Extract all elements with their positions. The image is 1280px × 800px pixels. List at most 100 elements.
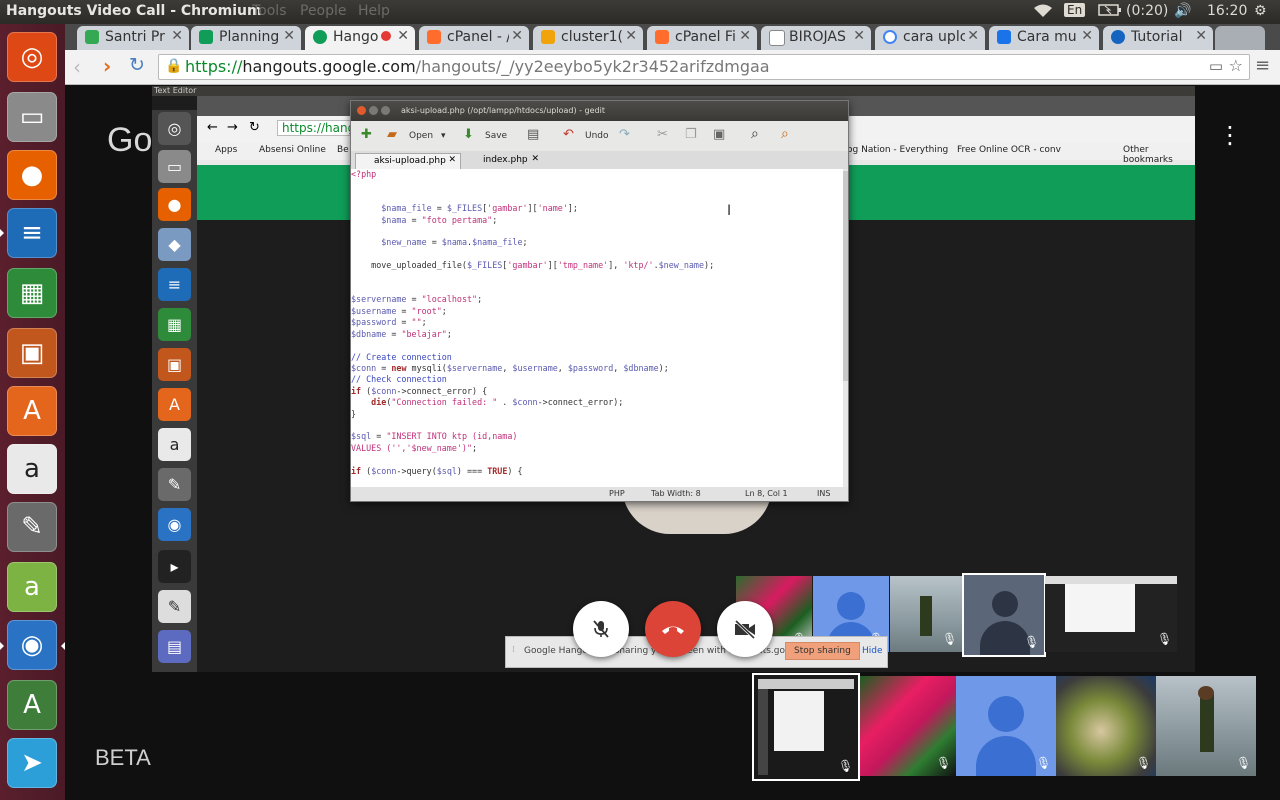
- close-icon[interactable]: ✕: [448, 155, 456, 165]
- gedit-window[interactable]: aksi-upload.php (/opt/lampp/htdocs/uploa…: [350, 100, 849, 502]
- system-settings-icon[interactable]: ✎: [7, 502, 57, 552]
- mute-mic-button[interactable]: [573, 601, 629, 657]
- tab-birojas[interactable]: BIROJAS ✕: [761, 26, 871, 50]
- paste-icon[interactable]: ▣: [713, 127, 725, 142]
- telegram-icon[interactable]: ➤: [7, 738, 57, 788]
- inner-firefox-icon: ●: [158, 188, 191, 221]
- save-button[interactable]: Save: [485, 131, 507, 141]
- writer-icon[interactable]: ≡: [7, 208, 57, 258]
- redo-icon[interactable]: ↷: [619, 127, 630, 142]
- back-icon[interactable]: ‹: [73, 55, 81, 79]
- tab-cpanel[interactable]: cPanel - / ✕: [419, 26, 529, 50]
- battery-icon[interactable]: [1098, 3, 1122, 21]
- camera-icon[interactable]: ▭: [1209, 57, 1223, 75]
- editor-scrollbar[interactable]: [843, 169, 848, 487]
- impress-icon[interactable]: ▣: [7, 328, 57, 378]
- close-icon[interactable]: ✕: [625, 28, 637, 44]
- close-icon[interactable]: ✕: [397, 28, 409, 44]
- tab-strip: Santri Pr ✕ Planning ✕ Hango ✕ cPanel - / ✕ …: [65, 24, 1280, 50]
- new-tab-button[interactable]: [1215, 26, 1265, 50]
- tab-planning[interactable]: Planning ✕: [191, 26, 301, 50]
- close-icon[interactable]: ✕: [1195, 28, 1207, 44]
- chromium-icon[interactable]: ◉: [7, 620, 57, 670]
- ubuntu-dash-icon[interactable]: ◎: [7, 32, 57, 82]
- update-manager-icon[interactable]: A: [7, 680, 57, 730]
- close-icon[interactable]: ✕: [739, 28, 751, 44]
- close-icon[interactable]: ✕: [853, 28, 865, 44]
- volume-icon[interactable]: 🔊: [1174, 3, 1191, 19]
- tab-index[interactable]: index.php ✕: [463, 153, 543, 169]
- code-editor[interactable]: <?php $nama_file = $_FILES['gambar']['na…: [351, 169, 843, 487]
- mic-off-icon: 🎙: [1136, 756, 1152, 770]
- minimize-icon[interactable]: [369, 106, 378, 115]
- firefox-icon[interactable]: ●: [7, 150, 57, 200]
- tab-santri[interactable]: Santri Pr ✕: [77, 26, 189, 50]
- tab-cara-upload[interactable]: cara uplc ✕: [875, 26, 985, 50]
- open-button[interactable]: Open: [409, 131, 433, 141]
- reload-icon[interactable]: ↻: [129, 54, 145, 76]
- tab-cluster[interactable]: cluster1(✕: [533, 26, 643, 50]
- lock-icon: 🔒: [165, 58, 183, 74]
- participant-thumb[interactable]: 🎙: [890, 576, 962, 652]
- toggle-camera-button[interactable]: [717, 601, 773, 657]
- print-icon[interactable]: ▤: [527, 127, 539, 142]
- copy-icon[interactable]: ❐: [685, 127, 697, 142]
- undo-button[interactable]: Undo: [585, 131, 609, 141]
- replace-icon[interactable]: ⌕: [781, 126, 789, 142]
- close-icon[interactable]: ✕: [531, 154, 539, 164]
- menu-tools[interactable]: Tools: [252, 3, 287, 19]
- gear-icon[interactable]: ⚙: [1254, 3, 1267, 19]
- inner-settings-icon: ✎: [158, 468, 191, 501]
- participant-thumb[interactable]: 🎙: [860, 676, 956, 776]
- close-icon[interactable]: ✕: [1081, 28, 1093, 44]
- more-options-icon[interactable]: ⋮: [1218, 121, 1242, 149]
- close-icon[interactable]: ✕: [283, 28, 295, 44]
- cut-icon[interactable]: ✂: [657, 127, 668, 142]
- open-icon[interactable]: ▰: [387, 127, 397, 142]
- undo-icon[interactable]: ↶: [563, 127, 574, 142]
- tab-hangouts[interactable]: Hango ✕: [305, 26, 415, 50]
- close-icon[interactable]: ✕: [171, 28, 183, 44]
- close-icon[interactable]: ✕: [511, 28, 523, 44]
- participant-thumb[interactable]: 🎙: [956, 676, 1056, 776]
- menu-icon[interactable]: ≡: [1255, 55, 1270, 76]
- menu-people[interactable]: People: [300, 3, 347, 19]
- new-document-icon[interactable]: ✚: [361, 127, 372, 142]
- close-window-icon[interactable]: [357, 106, 366, 115]
- open-dropdown-icon[interactable]: ▾: [441, 131, 446, 141]
- address-bar[interactable]: 🔒 https://hangouts.google.com/hangouts/_…: [158, 54, 1250, 80]
- keyboard-layout[interactable]: En: [1064, 2, 1086, 18]
- menu-help[interactable]: Help: [358, 3, 390, 19]
- files-icon[interactable]: ▭: [7, 92, 57, 142]
- wifi-icon[interactable]: [1033, 3, 1053, 23]
- tab-aksi-upload[interactable]: aksi-upload.php ✕: [355, 153, 461, 170]
- calc-icon[interactable]: ▦: [7, 268, 57, 318]
- google-icon: [883, 30, 897, 44]
- cpanel-icon: [655, 30, 669, 44]
- star-icon[interactable]: ☆: [1229, 56, 1243, 75]
- forward-icon[interactable]: ›: [103, 54, 111, 78]
- tab-tutorial[interactable]: Tutorial ✕: [1103, 26, 1213, 50]
- software-center-icon[interactable]: A: [7, 386, 57, 436]
- participant-thumb-screen[interactable]: 🎙: [1045, 576, 1177, 652]
- clock[interactable]: 16:20: [1207, 3, 1247, 19]
- stop-sharing-button[interactable]: Stop sharing: [785, 642, 860, 660]
- language-selector[interactable]: PHP: [609, 489, 625, 498]
- drag-handle-icon[interactable]: ⁞: [512, 645, 515, 655]
- search-icon[interactable]: ⌕: [751, 126, 759, 142]
- close-icon[interactable]: ✕: [967, 28, 979, 44]
- gedit-titlebar[interactable]: aksi-upload.php (/opt/lampp/htdocs/uploa…: [351, 101, 848, 121]
- save-icon[interactable]: ⬇: [463, 127, 474, 142]
- amazon-icon[interactable]: a: [7, 444, 57, 494]
- android-studio-icon[interactable]: a: [7, 562, 57, 612]
- participant-thumb-active[interactable]: 🎙: [962, 573, 1046, 657]
- participant-thumb[interactable]: 🎙: [1056, 676, 1156, 776]
- hide-link[interactable]: Hide: [862, 646, 883, 656]
- participant-thumb[interactable]: 🎙: [1156, 676, 1256, 776]
- tab-cara-mu[interactable]: Cara mu ✕: [989, 26, 1099, 50]
- participant-self-screen[interactable]: 🎙: [752, 673, 860, 781]
- hang-up-button[interactable]: [645, 601, 701, 657]
- tab-width-selector[interactable]: Tab Width: 8: [651, 489, 701, 498]
- maximize-icon[interactable]: [381, 106, 390, 115]
- tab-cpanel-files[interactable]: cPanel Fi ✕: [647, 26, 757, 50]
